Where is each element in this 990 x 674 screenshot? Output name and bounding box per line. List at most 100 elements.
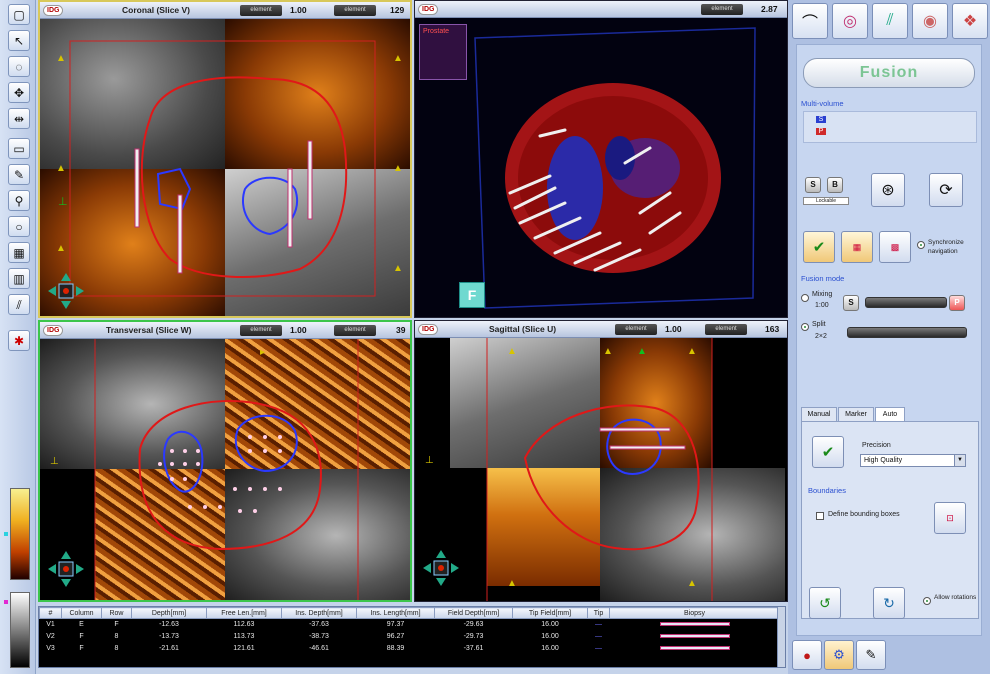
column-header[interactable]: Column <box>61 607 102 619</box>
column-header[interactable]: Tip <box>587 607 610 619</box>
viewport-logo: IDG <box>43 5 64 16</box>
zoom-value: 2.87 <box>761 4 778 14</box>
pointer-tool-icon[interactable]: ↖ <box>8 30 30 51</box>
viewport-option-pill[interactable]: element <box>240 325 282 336</box>
rotate-right-icon[interactable]: ↻ <box>873 587 905 619</box>
precision-select[interactable]: High Quality ▼ <box>860 454 966 467</box>
auto-register-icon[interactable]: ✔ <box>812 436 844 468</box>
chevron-down-icon[interactable]: ▼ <box>954 455 965 466</box>
table-cell: F <box>79 633 84 640</box>
image-area[interactable]: ▲ ▲ ▲ ▲ ▲ ▲ ⊥ <box>40 19 410 316</box>
ultrasound-tab-icon[interactable]: ⌒ <box>792 3 828 39</box>
lut-marker[interactable] <box>4 600 8 604</box>
pan-tool-icon[interactable]: ✥ <box>8 82 30 103</box>
contour-tool-icon[interactable]: ◌ <box>8 56 30 77</box>
bounding-box-icon[interactable]: ⊡ <box>934 502 966 534</box>
table-scrollbar[interactable] <box>777 607 785 667</box>
viewport-option-pill[interactable]: element <box>705 324 747 335</box>
magic-wand-icon[interactable]: ✎ <box>8 164 30 185</box>
viewport-option-pill[interactable]: element <box>334 325 376 336</box>
split-slider[interactable] <box>847 327 967 338</box>
color-tool-icon[interactable]: ▦ <box>8 242 30 263</box>
lut-marker[interactable] <box>4 532 8 536</box>
tab-marker[interactable]: Marker <box>838 407 874 421</box>
sagittal-viewport[interactable]: IDG Sagittal (Slice U) element 1.00 elem… <box>414 320 788 602</box>
column-header[interactable]: Tip Field[mm] <box>512 607 588 619</box>
viewport-option-pill[interactable]: element <box>701 4 743 15</box>
color-lut-bar[interactable] <box>10 488 30 580</box>
contours-tab-icon[interactable]: ◎ <box>832 3 868 39</box>
volume-s-button[interactable]: S <box>805 177 821 193</box>
synchronize-label: Synchronize navigation <box>928 239 964 255</box>
left-toolbar: ▢ ↖ ◌ ✥ ⇹ ▭ ✎ ⚲ ○ ▦ ▥ ⫽ ✱ <box>0 0 36 674</box>
column-header[interactable]: # <box>39 607 62 619</box>
navigation-rose-icon[interactable] <box>46 549 86 589</box>
split-radio[interactable] <box>801 323 809 331</box>
slice-number: 129 <box>390 5 405 15</box>
column-header[interactable]: Field Depth[mm] <box>434 607 513 619</box>
flip-tool-icon[interactable]: ⇹ <box>8 108 30 129</box>
mixing-slider[interactable] <box>865 297 947 308</box>
navigation-rose-icon[interactable] <box>421 548 461 588</box>
viewport-logo: IDG <box>418 324 439 335</box>
tab-manual[interactable]: Manual <box>801 407 837 421</box>
mixing-right-badge[interactable]: P <box>949 295 965 311</box>
mixing-left-badge[interactable]: S <box>843 295 859 311</box>
settings-tool-icon[interactable]: ✱ <box>8 330 30 351</box>
column-header[interactable]: Ins. Depth[mm] <box>281 607 357 619</box>
fusion-tab-icon[interactable]: ❖ <box>952 3 988 39</box>
table-cell: -12.63 <box>159 621 179 629</box>
allow-rotations-radio[interactable] <box>923 597 931 605</box>
biopsy-bar <box>659 622 730 627</box>
volume-badge[interactable]: P <box>816 128 826 135</box>
organ-view-tab-icon[interactable]: ● <box>792 640 822 670</box>
viewport-option-pill[interactable]: element <box>615 324 657 335</box>
define-bounding-box-checkbox[interactable] <box>816 512 824 520</box>
reset-icon[interactable]: ⟳ <box>929 173 963 207</box>
needles-tab-icon[interactable]: ⫽ <box>872 3 908 39</box>
lockable-button[interactable]: Lockable <box>803 197 849 205</box>
register-icon[interactable]: ⊛ <box>871 173 905 207</box>
validate-icon[interactable]: ✔ <box>803 231 835 263</box>
layout-3x3-icon[interactable]: ▩ <box>879 231 911 263</box>
layout-2x2-icon[interactable]: ▦ <box>841 231 873 263</box>
navigation-rose-icon[interactable] <box>46 271 86 311</box>
table-row[interactable]: V1 E F -12.63 112.63 -37.63 97.37 -29.63… <box>40 619 780 631</box>
window-level-icon[interactable]: ▭ <box>8 138 30 159</box>
table-cell: 121.61 <box>233 645 255 652</box>
zoom-tool-icon[interactable]: ⚲ <box>8 190 30 211</box>
table-cell: -21.61 <box>159 645 179 652</box>
column-header[interactable]: Depth[mm] <box>131 607 207 619</box>
image-area[interactable]: ▲ ▲ ▲ ▲ ▲ ▲ ⊥ <box>415 338 787 601</box>
image-area[interactable]: ⊥ ▸ <box>40 339 410 600</box>
table-row[interactable]: V2 F 8 -13.73 113.73 -38.73 96.27 -29.73… <box>40 631 780 643</box>
column-header[interactable]: Biopsy <box>609 607 780 619</box>
grid-tool-icon[interactable]: ▥ <box>8 268 30 289</box>
orientation-cube-icon[interactable]: F <box>459 282 485 308</box>
column-header[interactable]: Free Len.[mm] <box>206 607 282 619</box>
select-tool-icon[interactable]: ▢ <box>8 4 30 25</box>
transversal-viewport[interactable]: IDG Transversal (Slice W) element 1.00 e… <box>38 320 412 602</box>
3d-render-area[interactable]: Prostate F <box>415 18 787 317</box>
column-header[interactable]: Ins. Length[mm] <box>356 607 435 619</box>
3d-viewport[interactable]: IDG element 2.87 Prostate F <box>414 0 788 318</box>
needle-table[interactable]: # Column Row Depth[mm] Free Len.[mm] Ins… <box>38 606 786 668</box>
tab-auto[interactable]: Auto <box>875 407 905 421</box>
oval-tool-icon[interactable]: ○ <box>8 216 30 237</box>
needle-tool-icon[interactable]: ⫽ <box>8 294 30 315</box>
volume-list[interactable]: S P <box>803 111 977 143</box>
volume-b-button[interactable]: B <box>827 177 843 193</box>
organ-tab-icon[interactable]: ◉ <box>912 3 948 39</box>
synchronize-radio[interactable] <box>917 241 925 249</box>
column-header[interactable]: Row <box>101 607 132 619</box>
volume-badge[interactable]: S <box>816 116 826 123</box>
gray-lut-bar[interactable] <box>10 592 30 668</box>
table-row[interactable]: V3 F 8 -21.61 121.61 -46.61 88.39 -37.61… <box>40 643 780 655</box>
coronal-viewport[interactable]: IDG Coronal (Slice V) element 1.00 eleme… <box>38 0 412 318</box>
viewport-option-pill[interactable]: element <box>334 5 376 16</box>
rotate-left-icon[interactable]: ↺ <box>809 587 841 619</box>
tools-tab-icon[interactable]: ✎ <box>856 640 886 670</box>
fusion-view-tab-icon[interactable]: ⚙ <box>824 640 854 670</box>
viewport-option-pill[interactable]: element <box>240 5 282 16</box>
mixing-radio[interactable] <box>801 294 809 302</box>
